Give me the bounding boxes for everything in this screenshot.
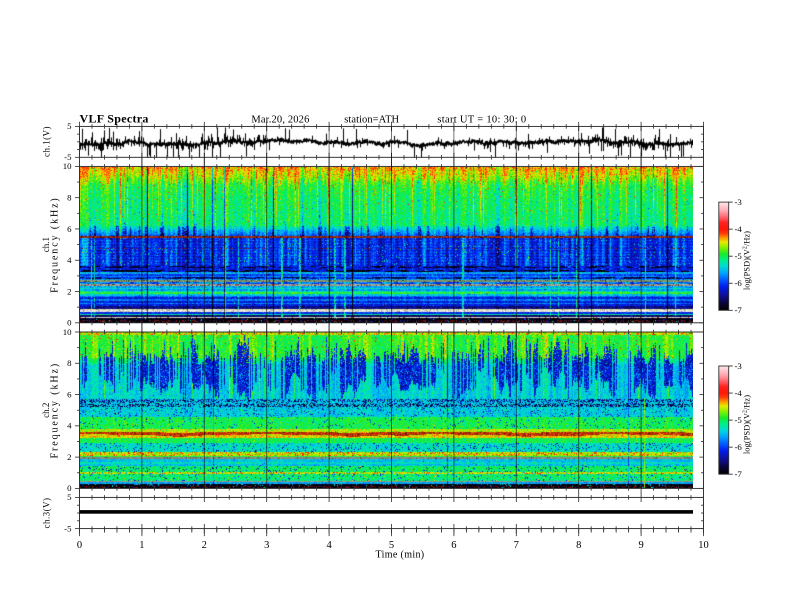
svg-text:ch.3(V): ch.3(V)	[41, 498, 51, 529]
svg-text:Time (min): Time (min)	[376, 550, 425, 561]
svg-text:3: 3	[264, 540, 269, 551]
svg-text:6: 6	[67, 389, 72, 399]
svg-text:5: 5	[67, 121, 72, 131]
svg-text:-5: -5	[64, 523, 72, 533]
svg-text:ch.1(V): ch.1(V)	[41, 126, 51, 157]
svg-text:Mar.20, 2026: Mar.20, 2026	[251, 114, 309, 125]
svg-text:4: 4	[67, 255, 72, 265]
svg-text:log(PSD)(V2/Hz): log(PSD)(V2/Hz)	[741, 231, 751, 290]
svg-text:5: 5	[67, 492, 72, 502]
svg-text:-3: -3	[735, 197, 743, 207]
svg-text:6: 6	[67, 224, 72, 234]
svg-text:2: 2	[202, 540, 207, 551]
svg-text:10: 10	[63, 161, 72, 171]
svg-text:0: 0	[67, 483, 72, 493]
svg-text:7: 7	[514, 540, 519, 551]
svg-text:1: 1	[139, 540, 144, 551]
svg-text:0: 0	[77, 540, 82, 551]
svg-text:Frequency (kHz): Frequency (kHz)	[50, 196, 61, 293]
svg-text:-3: -3	[735, 361, 743, 371]
svg-text:-7: -7	[735, 305, 743, 315]
svg-text:2: 2	[67, 286, 71, 296]
svg-text:10: 10	[698, 540, 709, 551]
svg-text:start UT = 10: 30: 0: start UT = 10: 30: 0	[437, 114, 526, 125]
svg-text:station=ATH: station=ATH	[344, 114, 399, 125]
svg-text:-7: -7	[735, 469, 743, 479]
svg-text:Frequency (kHz): Frequency (kHz)	[50, 362, 61, 459]
svg-text:8: 8	[67, 192, 72, 202]
svg-text:VLF Spectra: VLF Spectra	[80, 111, 149, 125]
svg-text:9: 9	[638, 540, 643, 551]
svg-text:4: 4	[67, 421, 72, 431]
svg-text:log(PSD)(V2/Hz): log(PSD)(V2/Hz)	[741, 395, 751, 454]
svg-text:2: 2	[67, 452, 71, 462]
svg-text:4: 4	[326, 540, 332, 551]
svg-text:8: 8	[67, 358, 72, 368]
svg-text:6: 6	[451, 540, 456, 551]
svg-text:10: 10	[63, 327, 72, 337]
svg-text:8: 8	[576, 540, 581, 551]
